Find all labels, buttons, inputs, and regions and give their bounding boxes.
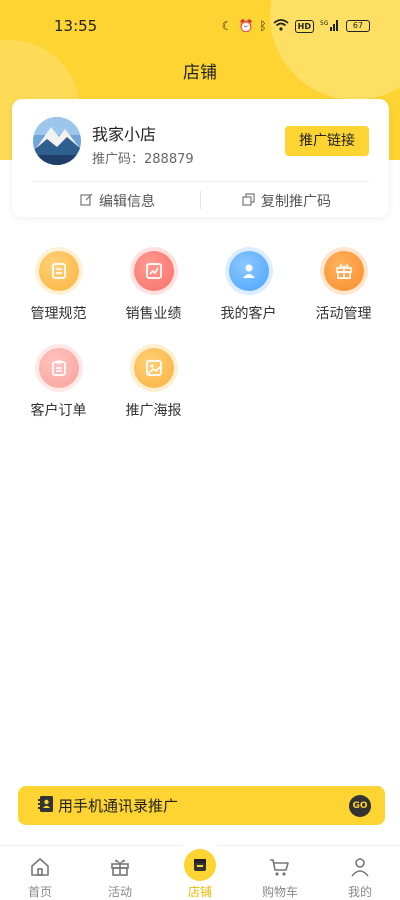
tab-label: 我的 bbox=[347, 885, 372, 899]
wifi-icon bbox=[273, 18, 289, 34]
status-icons: ☾ ⏰ ᛒ HD 5G 67 bbox=[221, 18, 370, 34]
action-separator bbox=[200, 191, 201, 209]
contacts-book-icon bbox=[38, 795, 54, 817]
grid-label: 管理规范 bbox=[30, 306, 87, 322]
hd-icon: HD bbox=[294, 19, 314, 33]
home-icon bbox=[28, 855, 52, 879]
grid-label: 活动管理 bbox=[315, 306, 372, 322]
grid-item-activity-management[interactable]: 活动管理 bbox=[296, 251, 391, 331]
tab-mine[interactable]: 我的 bbox=[320, 846, 400, 900]
bluetooth-icon: ᛒ bbox=[259, 19, 267, 33]
tab-activity[interactable]: 活动 bbox=[80, 846, 160, 900]
grid-item-my-customers[interactable]: 我的客户 bbox=[201, 251, 296, 331]
image-icon bbox=[133, 348, 174, 388]
document-icon bbox=[38, 251, 79, 291]
trend-chart-icon bbox=[133, 251, 174, 291]
edit-icon bbox=[80, 193, 93, 210]
person-icon bbox=[228, 251, 269, 291]
alarm-icon: ⏰ bbox=[238, 19, 254, 33]
tab-label: 店铺 bbox=[187, 885, 212, 899]
status-bar: 13:55 ☾ ⏰ ᛒ HD 5G 67 bbox=[0, 0, 400, 52]
copy-icon bbox=[242, 192, 255, 210]
promo-link-button[interactable]: 推广链接 bbox=[285, 126, 369, 156]
edit-info-button[interactable]: 编辑信息 bbox=[80, 190, 155, 212]
grid-item-sales-performance[interactable]: 销售业绩 bbox=[106, 251, 201, 331]
shop-name: 我家小店 bbox=[92, 125, 157, 144]
promo-code-label: 推广码： bbox=[92, 152, 145, 167]
copy-promo-code-label: 复制推广码 bbox=[261, 194, 331, 210]
promo-code-row: 推广码：288879 bbox=[92, 148, 194, 167]
user-icon bbox=[348, 855, 372, 879]
copy-promo-code-button[interactable]: 复制推广码 bbox=[242, 190, 331, 212]
clipboard-icon bbox=[38, 348, 79, 388]
battery-icon: 67 bbox=[346, 20, 370, 32]
grid-label: 推广海报 bbox=[125, 403, 182, 419]
grid-item-customer-orders[interactable]: 客户订单 bbox=[11, 348, 106, 428]
phone-contacts-promo-button[interactable]: 用手机通讯录推广 GO bbox=[18, 786, 385, 825]
edit-info-label: 编辑信息 bbox=[99, 194, 155, 210]
tab-label: 活动 bbox=[107, 885, 132, 899]
gift-icon bbox=[108, 855, 132, 879]
go-button[interactable]: GO bbox=[349, 794, 371, 817]
tab-label: 首页 bbox=[27, 885, 52, 899]
divider bbox=[32, 181, 369, 182]
page-title: 店铺 bbox=[183, 63, 217, 83]
shop-card: 我家小店 推广码：288879 推广链接 编辑信息 复制推广码 bbox=[12, 99, 389, 217]
grid-item-management-rules[interactable]: 管理规范 bbox=[11, 251, 106, 331]
grid-label: 销售业绩 bbox=[125, 306, 182, 322]
grid-label: 我的客户 bbox=[220, 306, 277, 322]
svg-text:5G: 5G bbox=[320, 20, 329, 27]
store-icon[interactable] bbox=[184, 849, 216, 881]
gift-icon bbox=[323, 251, 364, 291]
signal-icon: 5G bbox=[320, 19, 340, 34]
moon-icon: ☾ bbox=[221, 19, 233, 33]
phone-promo-label: 用手机通讯录推广 bbox=[58, 797, 179, 815]
tab-home[interactable]: 首页 bbox=[0, 846, 80, 900]
status-time: 13:55 bbox=[54, 17, 98, 35]
grid-item-promo-poster[interactable]: 推广海报 bbox=[106, 348, 201, 428]
grid-label: 客户订单 bbox=[30, 403, 87, 419]
tab-label: 购物车 bbox=[261, 885, 298, 899]
shop-avatar[interactable] bbox=[33, 117, 81, 165]
promo-code-value: 288879 bbox=[144, 152, 194, 167]
tab-cart[interactable]: 购物车 bbox=[240, 846, 320, 900]
cart-icon bbox=[268, 855, 292, 879]
